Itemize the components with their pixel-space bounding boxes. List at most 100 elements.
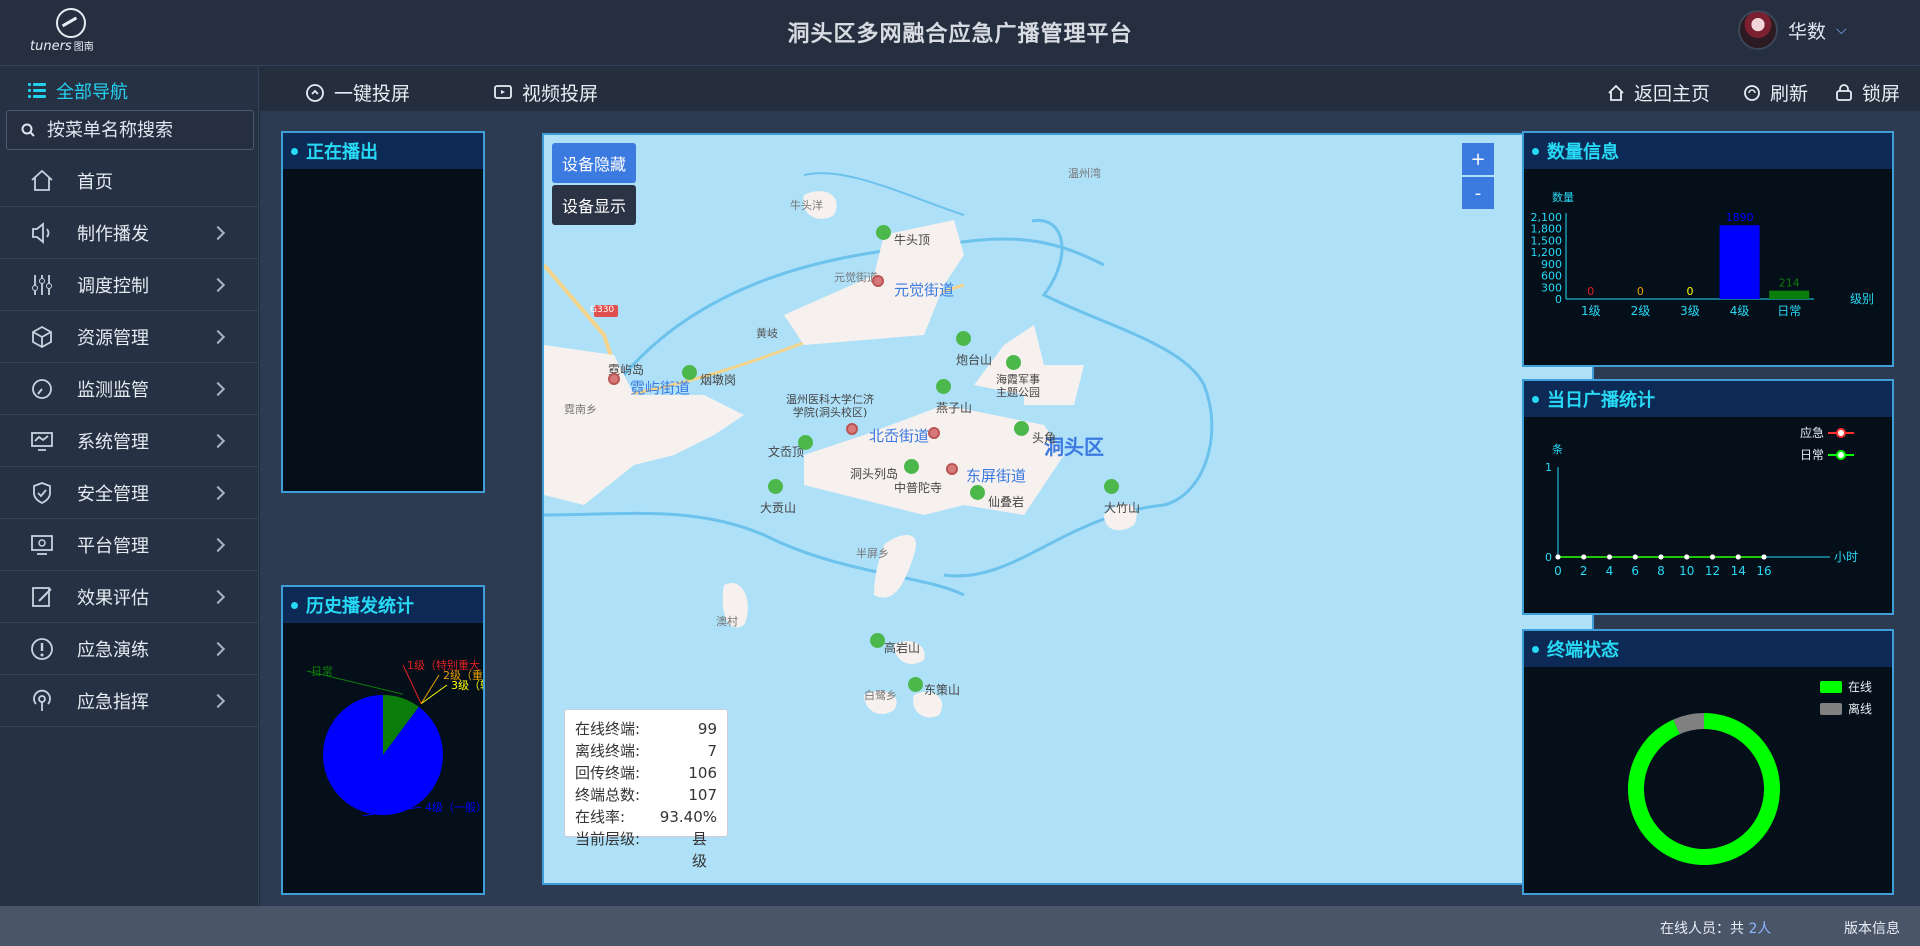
daily-xtick: 12 [1705,564,1720,578]
one-key-cast-label: 一键投屏 [334,83,411,105]
one-key-cast-button[interactable]: 一键投屏 [304,79,410,106]
online-users-count: 2人 [1748,921,1772,937]
user-menu[interactable]: 华数 ⌵ [1738,10,1847,50]
map-label-haixia: 海霞军事主题公园 [996,373,1040,399]
nav-all-label: 全部导航 [56,82,128,103]
count-xtick-3: 4级 [1730,304,1750,318]
map-label-gaoyan: 高岩山 [884,641,921,655]
edit-icon [32,586,52,607]
nav-all-toggle[interactable]: 全部导航 [28,78,128,104]
speaker-icon [32,221,50,244]
daily-point [1710,554,1715,560]
alert-icon [31,637,53,660]
chevron-right-icon [210,329,226,344]
daily-line-chart: 条小时010 2 4 6 8 10 12 14 16应急日常 [1545,425,1858,578]
sidebar-item-4[interactable]: 监测监管 [0,363,259,415]
daily-point [1581,554,1587,560]
station-marker-icon[interactable] [872,275,884,287]
map-view[interactable]: 设备隐藏 设备显示 + - 洞头区 元觉街道 霓屿街道 北岙街道 东屏街道 牛头顶 霓屿岛烟… [542,133,1594,885]
chevron-right-icon [210,485,226,500]
count-value-label-2: 0 [1687,285,1694,298]
sidebar-item-2[interactable]: 调度控制 [0,259,259,311]
info-return-label: 回传终端: [575,764,641,782]
gauge-icon [32,378,52,399]
video-cast-button[interactable]: 视频投屏 [492,79,598,106]
broadcast-icon [33,689,51,711]
terminal-donut-chart: 在线离线 [1628,680,1872,865]
info-total-label: 终端总数: [575,786,641,804]
sidebar-item-label: 首页 [77,171,113,193]
sidebar-item-1[interactable]: 制作播发 [0,207,259,259]
count-xtick-2: 3级 [1680,304,1700,318]
display-icon [31,534,53,555]
daily-point [1684,554,1690,560]
pie-leader-0 [306,670,404,695]
sidebar-item-3[interactable]: 资源管理 [0,311,259,363]
map-label-g330: G330 [590,305,615,315]
info-level-value: 县级 [691,830,707,870]
terminal-legend-swatch-1 [1820,703,1842,715]
sliders-icon [32,274,52,295]
version-link[interactable]: 版本信息 [1844,918,1900,938]
info-return-value: 106 [688,764,717,782]
map-label-lingkun: 霓屿街道 [630,379,691,397]
hide-devices-button[interactable]: 设备隐藏 [552,143,636,183]
info-offline-value: 7 [707,742,717,760]
info-rate-label: 在线率: [575,808,626,826]
search-input[interactable] [47,119,237,141]
map-label-cun: 澳村 [716,615,738,628]
monitor-icon [31,431,53,451]
history-pie-chart: 日常1级（特别重大2级（重大3级（较4级（一般） [306,658,483,817]
daily-xtick: 14 [1731,564,1746,578]
station-marker-icon[interactable] [846,423,858,435]
refresh-button[interactable]: 刷新 [1742,79,1808,106]
count-ytick: 600 [1541,270,1562,283]
map-label-dongping: 东屏街道 [966,467,1027,485]
sidebar-item-0[interactable]: 首页 [0,155,259,207]
sidebar-item-label: 制作播发 [77,223,149,245]
map-label-paotai: 炮台山 [956,353,993,367]
daily-panel: 当日广播统计 条小时 0 1 0 2 4 6 8 10 12 14 16 应急 日常 [1522,379,1894,615]
info-total-value: 107 [688,786,717,804]
sidebar-item-7[interactable]: 平台管理 [0,519,259,571]
daily-xtick: 8 [1657,564,1665,578]
poi-pin-icon [908,677,923,692]
sidebar-item-label: 监测监管 [77,379,149,401]
home-button[interactable]: 返回主页 [1606,79,1710,106]
user-name: 华数 [1788,20,1827,43]
chevron-right-icon [210,537,226,552]
lock-button[interactable]: 锁屏 [1834,79,1900,106]
pie-label-4: 4级（一般） [425,801,483,814]
sidebar-item-8[interactable]: 效果评估 [0,571,259,623]
sidebar-item-9[interactable]: 应急演练 [0,623,259,675]
terminal-info-popup: 在线终端: 99 离线终端: 7 回传终端: 106 终端总数: 107 在线率: 93.… [564,709,728,870]
count-xlabel: 级别 [1850,292,1874,306]
count-ylabel: 数量 [1552,191,1574,204]
sidebar-item-label: 平台管理 [77,535,149,557]
station-marker-icon[interactable] [928,427,940,439]
zoom-out-button[interactable]: - [1462,177,1494,209]
poi-pin-icon [904,459,919,474]
map-label-niutouyang: 牛头洋 [790,199,823,212]
app-title: 洞头区多网融合应急广播管理平台 [787,22,1133,47]
history-title: 历史播发统计 [306,596,414,617]
bullet-icon [1532,395,1539,403]
daily-ylabel: 条 [1552,442,1563,456]
poi-pin-icon [956,331,971,346]
map-label-wenzhou_bay: 温州湾 [1068,167,1101,180]
history-panel: 历史播发统计 日常1级（特别重大2级（重大3级（较4级（一般） [281,585,485,895]
poi-pin-icon [970,485,985,500]
zoom-in-button[interactable]: + [1462,143,1494,175]
sidebar-item-10[interactable]: 应急指挥 [0,675,259,727]
sidebar-item-5[interactable]: 系统管理 [0,415,259,467]
daily-point [1761,554,1767,560]
sidebar-item-6[interactable]: 安全管理 [0,467,259,519]
daily-legend-marker-0 [1836,428,1846,438]
chevron-right-icon [210,641,226,656]
sidebar-item-label: 资源管理 [77,327,149,349]
bullet-icon [1532,147,1539,155]
station-marker-icon[interactable] [608,373,620,385]
daily-point [1555,554,1561,560]
show-devices-button[interactable]: 设备显示 [552,185,636,225]
station-marker-icon[interactable] [946,463,958,475]
